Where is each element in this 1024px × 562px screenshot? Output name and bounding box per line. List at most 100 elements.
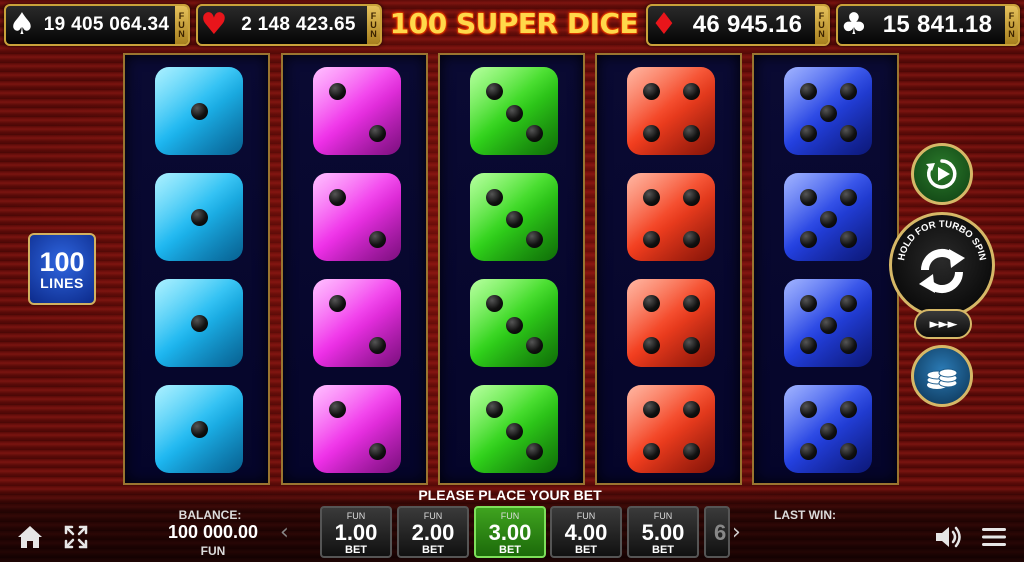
die-pip (683, 443, 700, 460)
die-magenta-2 (313, 279, 401, 367)
club-icon: ♣ (840, 7, 868, 42)
die-pip (683, 231, 700, 248)
die-pip (840, 125, 857, 142)
die-pip (369, 443, 386, 460)
die-cyan-1 (155, 67, 243, 155)
bet-value: 4.00 (564, 520, 608, 545)
lines-indicator: 100 LINES (28, 233, 96, 305)
die-pip (643, 231, 660, 248)
reel-3 (438, 53, 585, 485)
die-pip (526, 125, 543, 142)
lines-label: LINES (40, 274, 84, 291)
die-red-4 (627, 67, 715, 155)
die-cyan-1 (155, 279, 243, 367)
spin-button[interactable]: HOLD FOR TURBO SPIN (889, 212, 995, 318)
die-pip (800, 443, 817, 460)
die-pip (683, 189, 700, 206)
die-pip (329, 295, 346, 312)
currency-tag: FUN (1005, 6, 1018, 44)
die-pip (820, 105, 837, 122)
bet-value: 3.00 (488, 520, 532, 545)
fullscreen-icon (64, 525, 88, 549)
die-pip (643, 295, 660, 312)
die-pip (329, 401, 346, 418)
bet-prompt: PLEASE PLACE YOUR BET (418, 487, 602, 503)
die-pip (329, 83, 346, 100)
turbo-button[interactable]: ►►► (914, 309, 972, 339)
die-red-4 (627, 279, 715, 367)
die-pip (683, 125, 700, 142)
die-pip (820, 211, 837, 228)
die-pip (486, 83, 503, 100)
die-pip (191, 209, 208, 226)
speaker-icon (936, 526, 961, 548)
autoplay-icon (926, 159, 957, 189)
bet-option[interactable]: FUN 1.00 BET (320, 506, 392, 558)
bet-value: 5.00 (641, 520, 685, 545)
die-pip (840, 401, 857, 418)
heart-icon: ♥ (200, 7, 228, 42)
die-pip (526, 337, 543, 354)
die-pip (526, 443, 543, 460)
die-pip (506, 105, 523, 122)
die-pip (800, 83, 817, 100)
currency-tag: FUN (367, 6, 380, 44)
die-pip (800, 125, 817, 142)
bet-value: 1.00 (334, 520, 378, 545)
bet-option[interactable]: FUN 2.00 BET (397, 506, 469, 558)
die-pip (643, 337, 660, 354)
die-red-4 (627, 385, 715, 473)
die-pip (800, 295, 817, 312)
reel-5 (752, 53, 899, 485)
die-green-3 (470, 173, 558, 261)
die-pip (191, 421, 208, 438)
die-pip (840, 189, 857, 206)
die-pip (840, 443, 857, 460)
reel-4 (595, 53, 742, 485)
die-pip (800, 337, 817, 354)
bet-option[interactable]: FUN 3.00 BET (474, 506, 546, 558)
die-pip (486, 189, 503, 206)
balance-value: 100 000.00 (167, 522, 259, 542)
hamburger-icon (982, 528, 1006, 546)
sound-button[interactable] (930, 519, 966, 555)
die-pip (820, 423, 837, 440)
die-pip (506, 317, 523, 334)
home-button[interactable] (12, 519, 48, 555)
die-red-4 (627, 173, 715, 261)
lines-count: 100 (39, 246, 85, 277)
die-green-3 (470, 67, 558, 155)
die-green-3 (470, 385, 558, 473)
currency-tag: FUN (175, 6, 188, 44)
jackpot-amount: 15 841.18 (882, 11, 993, 38)
die-pip (191, 315, 208, 332)
bet-label: BET (652, 544, 674, 556)
die-pip (506, 423, 523, 440)
die-pip (840, 83, 857, 100)
bet-option[interactable]: FUN 5.00 BET (627, 506, 699, 558)
autoplay-button[interactable] (911, 143, 973, 205)
menu-button[interactable] (976, 519, 1012, 555)
balance-label: BALANCE: (178, 508, 242, 522)
jackpot-amount: 19 405 064.34 (43, 14, 170, 35)
bet-prev-arrow[interactable]: ‹ (280, 520, 289, 545)
bet-menu-button[interactable] (911, 345, 973, 407)
die-pip (486, 295, 503, 312)
die-pip (191, 103, 208, 120)
die-magenta-2 (313, 385, 401, 473)
bet-next-arrow[interactable]: › (732, 520, 741, 545)
die-cyan-1 (155, 173, 243, 261)
fullscreen-button[interactable] (58, 519, 94, 555)
die-pip (683, 337, 700, 354)
spade-icon: ♠ (8, 7, 36, 42)
jackpot-spade: ♠ 19 405 064.34 FUN (4, 4, 190, 46)
die-pip (840, 337, 857, 354)
bet-option-partial[interactable]: 6 (704, 506, 730, 558)
jackpot-diamond: ♦ 46 945.16 FUN (646, 4, 830, 46)
bet-value: 2.00 (411, 520, 455, 545)
die-blue-5 (784, 385, 872, 473)
bet-label: BET (345, 544, 367, 556)
bet-option[interactable]: FUN 4.00 BET (550, 506, 622, 558)
home-icon (18, 526, 42, 548)
bet-label: BET (499, 544, 521, 556)
